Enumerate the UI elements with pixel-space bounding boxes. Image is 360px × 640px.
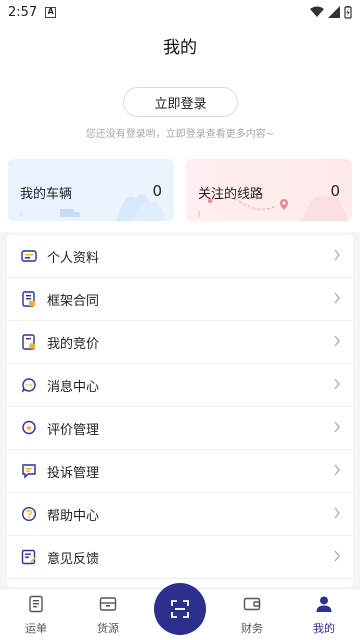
menu-list: 个人资料 框架合同 我的竞价 消息中心 评价管理 投诉管理 帮助中心 意见反馈 (7, 235, 353, 587)
wifi-icon (310, 6, 324, 17)
user-icon (316, 596, 332, 612)
menu-label: 我的竞价 (47, 336, 100, 352)
bid-icon (21, 334, 37, 350)
tab-label: 财务 (241, 622, 263, 635)
followed-routes-label: 关注的线路 (198, 187, 264, 202)
menu-item-reviews[interactable]: 评价管理 (7, 407, 353, 450)
contract-icon (21, 291, 37, 307)
tab-finance[interactable]: 财务 (222, 595, 282, 636)
followed-routes-card[interactable]: 关注的线路 0 (186, 159, 352, 221)
page-title: 我的 (163, 37, 197, 58)
menu-label: 意见反馈 (47, 551, 100, 567)
chevron-right-icon (334, 292, 340, 304)
scan-icon (171, 600, 189, 618)
login-hint: 您还没有登录哟，立即登录查看更多内容~ (85, 129, 275, 140)
chevron-right-icon (334, 507, 340, 519)
feedback-icon (21, 549, 37, 565)
menu-item-feedback[interactable]: 意见反馈 (7, 536, 353, 579)
page-header: 我的 (0, 24, 360, 66)
menu-item-complaints[interactable]: 投诉管理 (7, 450, 353, 493)
menu-label: 消息中心 (47, 379, 100, 395)
menu-label: 框架合同 (47, 293, 100, 309)
my-vehicles-card[interactable]: 我的车辆 0 (8, 159, 174, 221)
menu-item-bids[interactable]: 我的竞价 (7, 321, 353, 364)
menu-label: 个人资料 (47, 250, 100, 266)
chevron-right-icon (334, 550, 340, 562)
status-time: 2:57 (8, 4, 38, 20)
message-icon (21, 377, 37, 393)
my-vehicles-count: 0 (152, 182, 162, 200)
tab-waybill[interactable]: 运单 (6, 595, 66, 636)
tab-label: 我的 (313, 622, 335, 635)
notification-icon: A (45, 6, 57, 18)
battery-icon (344, 5, 352, 19)
my-vehicles-label: 我的车辆 (20, 187, 73, 202)
stats-cards: 我的车辆 0 关注的线路 0 (0, 156, 360, 232)
tab-label: 运单 (25, 622, 47, 635)
bottom-tab-bar: 运单 货源 财务 我的 (0, 583, 360, 640)
menu-item-contract[interactable]: 框架合同 (7, 278, 353, 321)
login-section: 立即登录 您还没有登录哟，立即登录查看更多内容~ (0, 66, 360, 156)
chevron-right-icon (334, 421, 340, 433)
scan-button[interactable] (154, 583, 206, 635)
tab-cargo[interactable]: 货源 (78, 595, 138, 636)
complaint-icon (21, 463, 37, 479)
menu-label: 评价管理 (47, 422, 100, 438)
chevron-right-icon (334, 335, 340, 347)
waybill-icon (29, 595, 43, 613)
cargo-icon (99, 597, 117, 611)
id-card-icon (21, 248, 37, 264)
tab-label: 货源 (97, 622, 119, 635)
menu-item-profile[interactable]: 个人资料 (7, 235, 353, 278)
menu-label: 帮助中心 (47, 508, 100, 524)
status-bar: 2:57 A (0, 0, 360, 24)
help-icon (21, 506, 37, 522)
chevron-right-icon (334, 378, 340, 390)
login-button[interactable]: 立即登录 (123, 87, 238, 117)
wallet-icon (243, 597, 261, 611)
chevron-right-icon (334, 464, 340, 476)
review-icon (21, 420, 37, 436)
tab-mine[interactable]: 我的 (294, 595, 354, 636)
chevron-right-icon (334, 249, 340, 261)
menu-label: 投诉管理 (47, 465, 100, 481)
status-icons (310, 5, 352, 19)
menu-item-messages[interactable]: 消息中心 (7, 364, 353, 407)
signal-icon (328, 6, 340, 18)
followed-routes-count: 0 (330, 182, 340, 200)
menu-item-help[interactable]: 帮助中心 (7, 493, 353, 536)
